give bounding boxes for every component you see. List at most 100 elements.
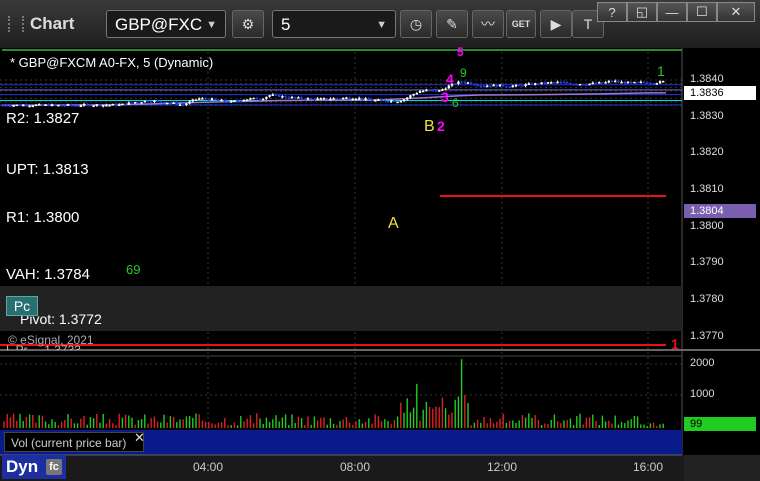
price-bar <box>489 85 492 88</box>
price-bar <box>111 104 114 106</box>
price-bar <box>108 104 111 107</box>
price-bar <box>265 96 268 99</box>
price-bar <box>156 100 159 102</box>
overflow-level-label: L Pr ... 1.3733 <box>6 343 81 350</box>
price-bar <box>393 100 396 103</box>
price-tick: 1.3810 <box>690 183 724 195</box>
price-tick: 1.3770 <box>690 330 724 342</box>
dynamic-toggle[interactable]: Dyn fc <box>2 455 66 479</box>
price-bar <box>521 85 524 87</box>
price-bar <box>492 84 495 87</box>
price-bar <box>639 81 642 84</box>
minimize-icon: — <box>665 4 679 20</box>
price-bar <box>486 85 489 88</box>
price-bar <box>140 102 143 104</box>
maximize-button[interactable]: ☐ <box>687 2 717 22</box>
price-bar <box>594 82 598 85</box>
symbol-value: GBP@FXC <box>115 15 203 34</box>
price-bar <box>383 100 386 102</box>
price-bar <box>473 84 476 86</box>
price-bar <box>124 103 127 106</box>
volume-study-label[interactable]: Vol (current price bar) <box>4 432 144 452</box>
price-bar <box>230 100 233 103</box>
price-bar <box>505 86 508 88</box>
chart-description: * GBP@FXCM A0-FX, 5 (Dynamic) <box>10 55 214 70</box>
annotation-b: B <box>424 118 435 135</box>
settings-gear-button[interactable]: ⚙ <box>232 10 264 38</box>
price-bar <box>143 100 146 103</box>
drag-grip[interactable] <box>8 16 24 32</box>
fc-icon: fc <box>46 459 62 475</box>
minimize-button[interactable]: — <box>657 2 687 22</box>
annotation-green-1: 1 <box>657 63 665 79</box>
price-bar <box>566 81 569 84</box>
price-bar <box>150 101 153 104</box>
chart-canvas[interactable] <box>0 48 760 481</box>
price-bar <box>482 85 486 88</box>
price-bar <box>399 101 402 103</box>
price-bar <box>34 104 38 107</box>
price-bar <box>198 98 201 100</box>
play-button[interactable]: ▶ <box>540 10 572 38</box>
price-bar <box>463 81 466 84</box>
volume-last-marker: 99 <box>684 417 756 431</box>
help-button[interactable]: ? <box>597 2 627 22</box>
price-bar <box>476 84 479 87</box>
price-bar <box>412 94 415 96</box>
last-price-marker: 1.3836 <box>684 86 756 100</box>
price-bar <box>130 102 134 104</box>
volume-close-icon[interactable]: ✕ <box>134 430 145 446</box>
price-bar <box>418 91 422 93</box>
price-bar <box>268 95 271 97</box>
price-bar <box>246 99 249 101</box>
price-bar <box>406 97 409 100</box>
price-bar <box>626 81 630 84</box>
price-bar <box>297 97 300 99</box>
restore-button[interactable]: ◱ <box>627 2 657 22</box>
annotation-5: 5 <box>457 45 464 59</box>
close-button[interactable]: ✕ <box>717 2 755 22</box>
interval-select[interactable]: 5 ▼ <box>272 10 396 38</box>
clock-button[interactable]: ◷ <box>400 10 432 38</box>
price-bar <box>153 100 156 102</box>
price-bar <box>457 81 460 84</box>
price-bar <box>431 89 434 92</box>
price-bar <box>559 81 562 84</box>
price-bar <box>348 97 351 99</box>
chevron-down-icon: ▼ <box>206 19 217 31</box>
get-button[interactable]: GET <box>506 10 536 38</box>
symbol-select[interactable]: GBP@FXC ▼ <box>106 10 226 38</box>
time-tick: 16:00 <box>633 460 664 474</box>
draw-tool-button[interactable]: ✎ <box>436 10 468 38</box>
price-bar <box>326 97 329 100</box>
price-bar <box>470 82 473 85</box>
price-bar <box>44 104 47 107</box>
price-bar <box>511 85 514 88</box>
price-bar <box>454 83 457 86</box>
price-bar <box>92 105 95 108</box>
price-bar <box>540 82 543 85</box>
price-bar <box>370 99 374 102</box>
price-bar <box>118 104 121 107</box>
price-bar <box>502 84 505 87</box>
price-bar <box>588 83 591 86</box>
price-bar <box>172 102 175 104</box>
price-bar <box>415 92 418 95</box>
price-bar <box>364 98 367 100</box>
level-label-r2: R2: 1.3827 <box>6 110 80 127</box>
price-bar <box>274 94 278 97</box>
price-bar <box>313 98 316 100</box>
annotation-green-69: 69 <box>126 262 141 277</box>
annotation-green-9: 9 <box>460 66 467 80</box>
price-bar <box>572 83 575 86</box>
price-bar <box>553 82 556 84</box>
restore-icon: ◱ <box>635 4 649 19</box>
price-bar <box>185 103 188 106</box>
price-bar <box>601 82 604 84</box>
studies-button[interactable]: 〰 <box>472 10 504 38</box>
price-bar <box>322 97 326 100</box>
time-tick: 08:00 <box>340 460 371 474</box>
annotation-red-1: 1 <box>671 336 679 352</box>
price-bar <box>86 103 89 106</box>
price-tick: 1.3840 <box>690 73 724 85</box>
